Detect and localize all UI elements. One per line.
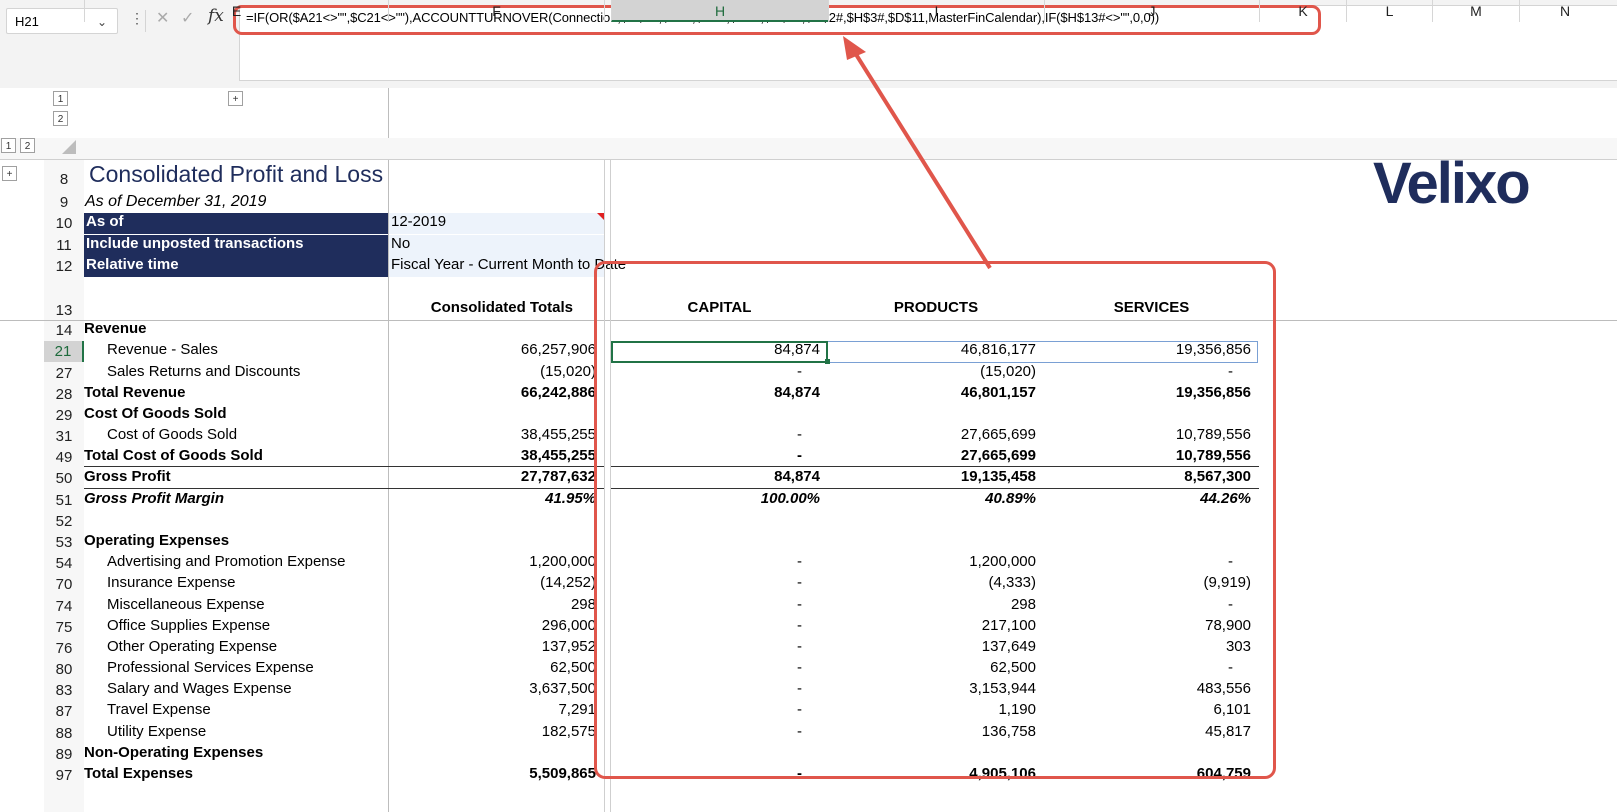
row-label[interactable]: Advertising and Promotion Expense [107,553,345,570]
param-label-unposted[interactable]: Include unposted transactions [84,235,388,256]
select-all-corner[interactable] [62,140,76,154]
row-level-2-button[interactable]: 2 [20,138,35,153]
row-header-50[interactable]: 50 [44,468,84,489]
row-label[interactable]: Non-Operating Expenses [84,744,263,761]
row-header-28[interactable]: 28 [44,384,84,405]
expand-rows-button[interactable]: + [2,166,17,181]
row-header-27[interactable]: 27 [44,363,84,384]
cell-consolidated[interactable]: (14,252) [389,574,596,591]
report-subtitle[interactable]: As of December 31, 2019 [85,193,266,211]
cell-consolidated[interactable]: 7,291 [389,701,596,718]
cell-consolidated[interactable]: 66,242,886 [389,384,596,401]
velixo-logo: Velixo [1373,151,1531,216]
cell-consolidated[interactable]: 38,455,255 [389,426,596,443]
row-label[interactable]: Salary and Wages Expense [107,680,292,697]
row-header-13[interactable]: 13 [44,299,84,320]
row-header-8[interactable]: 8 [44,160,84,192]
row-header-53[interactable]: 53 [44,532,84,553]
cell-consolidated[interactable]: 296,000 [389,617,596,634]
param-label-as-of[interactable]: As of [84,213,388,234]
cell-consolidated[interactable]: 1,200,000 [389,553,596,570]
row-header-70[interactable]: 70 [44,574,84,595]
row-header-21[interactable]: 21 [44,341,84,362]
column-header-h[interactable]: H [611,0,828,22]
cell-consolidated[interactable]: 137,952 [389,638,596,655]
row-label[interactable]: Miscellaneous Expense [107,596,265,613]
row-label[interactable]: Cost Of Goods Sold [84,405,227,422]
column-header-j[interactable]: J [1044,0,1259,22]
row-label[interactable]: Insurance Expense [107,574,235,591]
row-header-14[interactable]: 14 [44,320,84,341]
row-header-80[interactable]: 80 [44,659,84,680]
cell-consolidated[interactable]: 66,257,906 [389,341,596,358]
column-header-f[interactable]: F [388,0,604,22]
row-header-29[interactable]: 29 [44,405,84,426]
row-label[interactable]: Total Revenue [84,384,185,401]
row-header-54[interactable]: 54 [44,553,84,574]
outline-level-1-button[interactable]: 1 [53,91,68,106]
column-header-m[interactable]: M [1432,0,1519,22]
column-header-l[interactable]: L [1346,0,1432,22]
row-label[interactable]: Utility Expense [107,723,206,740]
row-label[interactable]: Total Cost of Goods Sold [84,447,263,464]
column-header-g[interactable] [604,0,611,22]
row-header-31[interactable]: 31 [44,426,84,447]
row-label[interactable]: Revenue - Sales [107,341,218,358]
row-header-9[interactable]: 9 [44,192,84,213]
row-label[interactable]: Gross Profit Margin [84,490,224,507]
column-header-n[interactable]: N [1519,0,1617,22]
row-label[interactable]: Sales Returns and Discounts [107,363,300,380]
row-header-11[interactable]: 11 [44,235,84,256]
param-value-relative-time[interactable]: Fiscal Year - Current Month to Date [389,256,626,277]
row-header-89[interactable]: 89 [44,744,84,765]
row-header-97[interactable]: 97 [44,765,84,786]
cell-consolidated[interactable]: (15,020) [389,363,596,380]
total-rule [84,488,604,489]
column-header-k[interactable]: K [1259,0,1346,22]
cell-consolidated[interactable]: 41.95% [389,490,596,507]
expand-columns-button[interactable]: + [228,91,243,106]
row-header-51[interactable]: 51 [44,490,84,511]
row-label[interactable]: Operating Expenses [84,532,229,549]
row-label[interactable]: Cost of Goods Sold [107,426,237,443]
total-rule [84,466,604,467]
row-header-88[interactable]: 88 [44,723,84,744]
cell-consolidated[interactable]: 3,637,500 [389,680,596,697]
outline-level-2-button[interactable]: 2 [53,111,68,126]
cell-consolidated[interactable]: 182,575 [389,723,596,740]
row-label[interactable]: Travel Expense [107,701,211,718]
param-value-unposted[interactable]: No [389,235,604,256]
report-title[interactable]: Consolidated Profit and Loss [89,161,383,188]
row-header-76[interactable]: 76 [44,638,84,659]
row-header-52[interactable]: 52 [44,511,84,532]
column-header-i[interactable]: I [828,0,1044,22]
name-box-value: H21 [15,14,39,29]
row-header-49[interactable]: 49 [44,447,84,468]
param-value-as-of[interactable]: 12-2019 [389,213,604,234]
cell-consolidated[interactable]: 5,509,865 [389,765,596,782]
row-label[interactable]: Total Expenses [84,765,193,782]
row-label[interactable]: Revenue [84,320,147,337]
row-header-12[interactable]: 12 [44,256,84,277]
row-header-87[interactable]: 87 [44,701,84,722]
column-header-e[interactable]: E [84,0,388,22]
body-highlight-box [594,261,1276,779]
cell-consolidated[interactable]: 298 [389,596,596,613]
row-label[interactable]: Gross Profit [84,468,171,485]
row-header-10[interactable]: 10 [44,213,84,234]
row-header-74[interactable]: 74 [44,596,84,617]
param-label-relative-time[interactable]: Relative time [84,256,388,277]
row-level-1-button[interactable]: 1 [1,138,16,153]
row-header-75[interactable]: 75 [44,617,84,638]
cell-consolidated[interactable]: 62,500 [389,659,596,676]
header-consolidated-totals[interactable]: Consolidated Totals [388,299,573,316]
cell-consolidated[interactable]: 38,455,255 [389,447,596,464]
outline-gutter [0,160,44,812]
row-header-83[interactable]: 83 [44,680,84,701]
cell-consolidated[interactable]: 27,787,632 [389,468,596,485]
row-label[interactable]: Office Supplies Expense [107,617,270,634]
row-label[interactable]: Other Operating Expense [107,638,277,655]
row-label[interactable]: Professional Services Expense [107,659,314,676]
